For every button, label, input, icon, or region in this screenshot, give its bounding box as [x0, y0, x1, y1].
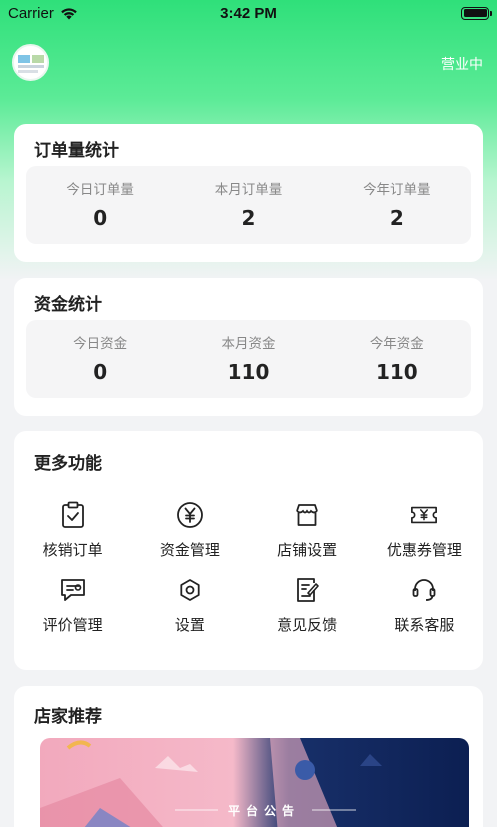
function-label: 意见反馈 — [277, 616, 338, 634]
business-status-toggle[interactable]: 营业中 — [441, 54, 483, 74]
coupon-management-button[interactable]: 优惠券管理 — [366, 501, 483, 560]
function-label: 优惠券管理 — [386, 541, 462, 559]
stat-value: 2 — [241, 206, 256, 230]
shop-avatar[interactable] — [12, 44, 49, 81]
stat-label: 今日订单量 — [66, 182, 134, 198]
fund-stats-title: 资金统计 — [34, 295, 102, 315]
stat-today-funds[interactable]: 今日资金 0 — [26, 320, 174, 398]
settings-icon — [176, 576, 204, 604]
recommend-title: 店家推荐 — [34, 707, 102, 727]
stat-value: 110 — [227, 360, 270, 384]
stat-value: 0 — [93, 206, 108, 230]
stat-month-orders[interactable]: 本月订单量 2 — [174, 166, 322, 244]
function-label: 核销订单 — [42, 541, 103, 559]
stat-label: 今年资金 — [369, 336, 424, 352]
function-label: 店铺设置 — [277, 541, 338, 559]
stat-value: 0 — [93, 360, 108, 384]
stat-label: 今日资金 — [73, 336, 128, 352]
coupon-icon — [410, 501, 438, 529]
function-label: 联系客服 — [394, 616, 455, 634]
stat-year-funds[interactable]: 今年资金 110 — [323, 320, 471, 398]
function-label: 评价管理 — [42, 616, 103, 634]
battery-icon — [461, 6, 492, 20]
carrier-label: Carrier — [8, 4, 54, 22]
customer-service-button[interactable]: 联系客服 — [366, 576, 483, 635]
stat-label: 本月资金 — [221, 336, 276, 352]
stat-year-orders[interactable]: 今年订单量 2 — [323, 166, 471, 244]
more-functions-title: 更多功能 — [34, 454, 102, 474]
review-management-button[interactable]: 评价管理 — [14, 576, 131, 635]
stat-label: 本月订单量 — [214, 182, 283, 198]
fund-management-button[interactable]: 资金管理 — [131, 501, 248, 560]
function-label: 资金管理 — [159, 541, 220, 559]
tab-bar — [0, 827, 497, 833]
stat-value: 2 — [389, 206, 404, 230]
store-settings-button[interactable]: 店铺设置 — [249, 501, 366, 560]
function-label: 设置 — [174, 616, 205, 634]
order-stats-title: 订单量统计 — [34, 141, 119, 161]
clipboard-check-icon — [59, 501, 87, 529]
fund-stats-box: 今日资金 0 本月资金 110 今年资金 110 — [26, 320, 471, 398]
review-icon — [59, 576, 87, 604]
headset-icon — [410, 576, 438, 604]
recommend-card: 店家推荐 平台公告 — [14, 686, 483, 833]
announcement-banner[interactable]: 平台公告 — [40, 738, 469, 833]
stat-value: 110 — [375, 360, 418, 384]
stat-label: 今年订单量 — [363, 182, 431, 198]
yen-circle-icon — [176, 501, 204, 529]
fund-stats-card: 资金统计 今日资金 0 本月资金 110 今年资金 110 — [14, 278, 483, 416]
order-stats-box: 今日订单量 0 本月订单量 2 今年订单量 2 — [26, 166, 471, 244]
stat-today-orders[interactable]: 今日订单量 0 — [26, 166, 174, 244]
feedback-icon — [293, 576, 321, 604]
wifi-icon — [61, 7, 77, 19]
more-functions-card: 更多功能 核销订单 资金管理 店铺设置 优惠券管理 评价管理 设置 意见反馈 联… — [14, 431, 483, 670]
feedback-button[interactable]: 意见反馈 — [249, 576, 366, 635]
banner-title: 平台公告 — [228, 804, 301, 818]
stat-month-funds[interactable]: 本月资金 110 — [174, 320, 322, 398]
verify-order-button[interactable]: 核销订单 — [14, 501, 131, 560]
store-icon — [293, 501, 321, 529]
status-bar: Carrier 3:42 PM — [0, 0, 497, 26]
order-stats-card: 订单量统计 今日订单量 0 本月订单量 2 今年订单量 2 — [14, 124, 483, 262]
function-grid: 核销订单 资金管理 店铺设置 优惠券管理 评价管理 设置 意见反馈 联系客服 — [14, 501, 483, 635]
settings-button[interactable]: 设置 — [131, 576, 248, 635]
